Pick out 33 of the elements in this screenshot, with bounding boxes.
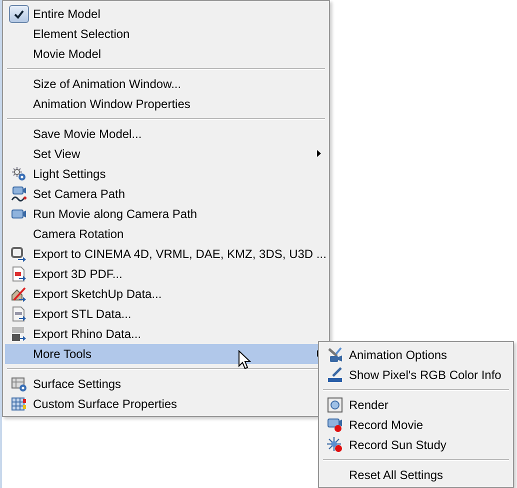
menu-item[interactable]: Light Settings <box>5 164 327 184</box>
menu-item[interactable]: Record Sun Study <box>321 435 511 455</box>
menu-item[interactable]: Reset All Settings <box>321 465 511 485</box>
menu-item[interactable]: Record Movie <box>321 415 511 435</box>
menu-item[interactable]: Show Pixel's RGB Color Info <box>321 365 511 385</box>
menu-item[interactable]: Set Camera Path <box>5 184 327 204</box>
menu-item[interactable]: Element Selection <box>5 24 327 44</box>
light-gear-icon <box>11 166 27 182</box>
camera-path-icon <box>11 186 27 202</box>
eyedropper-icon <box>327 367 343 383</box>
menu-item[interactable]: Render <box>321 395 511 415</box>
menu-item[interactable]: Animation Window Properties <box>5 94 327 114</box>
render-icon <box>327 397 343 413</box>
house-export-icon <box>11 286 27 302</box>
menu-item[interactable]: Movie Model <box>5 44 327 64</box>
menu-item[interactable]: Camera Rotation <box>5 224 327 244</box>
menu-item[interactable]: Run Movie along Camera Path <box>5 204 327 224</box>
document-export-icon <box>11 306 27 322</box>
document-export-icon <box>11 266 27 282</box>
menu-item[interactable]: Export SketchUp Data... <box>5 284 327 304</box>
surface-gear-icon <box>11 376 27 392</box>
menu-item[interactable]: Save Movie Model... <box>5 124 327 144</box>
menu-item[interactable]: Export 3D PDF... <box>5 264 327 284</box>
menu-item[interactable]: Entire Model <box>5 4 327 24</box>
surface-grid-icon <box>11 396 27 412</box>
record-camera-icon <box>327 417 343 433</box>
menu-item[interactable]: Export Rhino Data... <box>5 324 327 344</box>
record-sun-icon <box>327 437 343 453</box>
menu-item[interactable]: Set View <box>5 144 327 164</box>
menu-item[interactable]: Size of Animation Window... <box>5 74 327 94</box>
wrench-camera-icon <box>327 347 343 363</box>
menu-item[interactable]: Export STL Data... <box>5 304 327 324</box>
menu-item[interactable]: Export to CINEMA 4D, VRML, DAE, KMZ, 3DS, U3D ... <box>5 244 327 264</box>
